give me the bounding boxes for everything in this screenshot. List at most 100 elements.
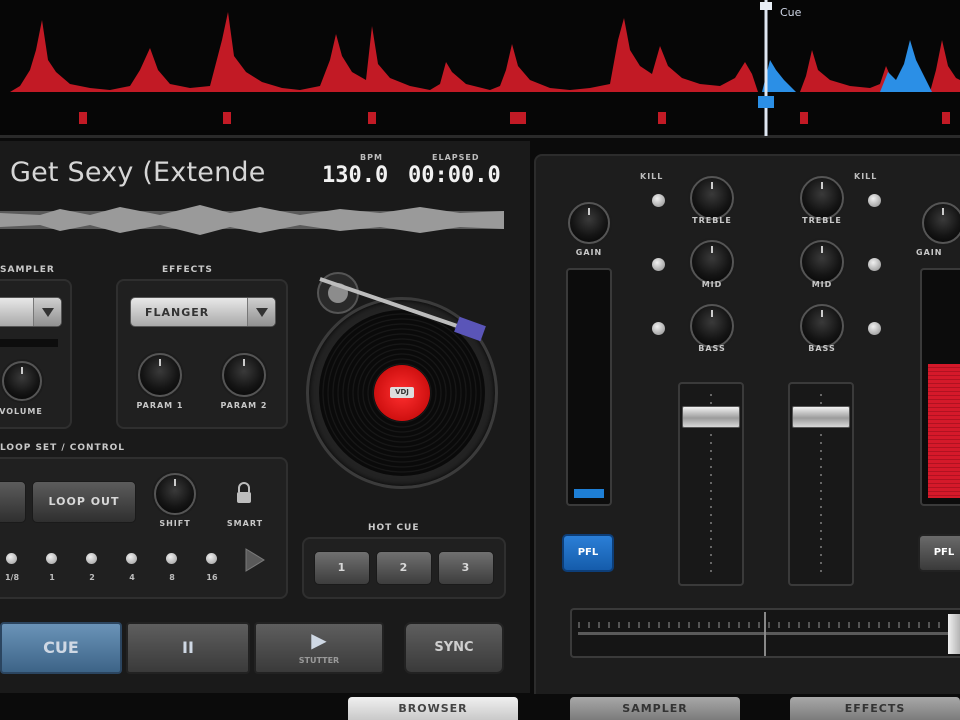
pfl-button-right[interactable]: PFL (918, 534, 960, 572)
play-arrow-shape (245, 548, 265, 572)
gain-label-left: GAIN (575, 248, 603, 257)
treble-knob-right[interactable] (800, 176, 844, 220)
chevron-down-icon (247, 298, 275, 326)
kill-led-bass-right[interactable] (868, 322, 881, 335)
kill-led-treble-left[interactable] (652, 194, 665, 207)
loop-panel: LOOP OUT SHIFT SMART 1/8 1 2 4 8 16 (0, 457, 288, 599)
beat-marker (79, 112, 87, 124)
sampler-section-label: SAMPLER (0, 265, 55, 275)
mid-knob-left[interactable] (690, 240, 734, 284)
fader-cap-left[interactable] (682, 406, 740, 428)
beat-marker (800, 112, 808, 124)
kill-led-mid-left[interactable] (652, 258, 665, 271)
cue-button-label: CUE (43, 638, 79, 657)
loop-length-label: 1/8 (4, 573, 20, 582)
vu-meter-left (566, 268, 612, 506)
effect-param2-label: PARAM 2 (220, 401, 268, 410)
tonearm (317, 272, 486, 342)
kill-led-mid-right[interactable] (868, 258, 881, 271)
beat-marker (942, 112, 950, 124)
beat-marker (658, 112, 666, 124)
effect-param1-label: PARAM 1 (136, 401, 184, 410)
hot-cue-2-button[interactable]: 2 (376, 551, 432, 585)
track-mini-waveform[interactable] (0, 203, 504, 237)
loop-length-dot[interactable] (126, 553, 137, 564)
crossfader[interactable] (570, 608, 960, 658)
channel-fader-right[interactable] (788, 382, 854, 586)
pause-button[interactable]: II (126, 622, 250, 674)
mid-knob-right[interactable] (800, 240, 844, 284)
crossfader-center-mark (764, 612, 766, 656)
waveform-blue-peaks (762, 40, 932, 92)
beat-marker (368, 112, 376, 124)
bpm-label: BPM (360, 153, 383, 162)
tab-sampler[interactable]: SAMPLER (570, 697, 740, 720)
loop-length-dot[interactable] (206, 553, 217, 564)
sampler-volume-knob[interactable] (2, 361, 42, 401)
waveform-graph[interactable] (0, 0, 960, 136)
kill-led-treble-right[interactable] (868, 194, 881, 207)
effect-select-dropdown[interactable]: FLANGER (130, 297, 276, 327)
loop-length-dot[interactable] (46, 553, 57, 564)
loop-shift-label: SHIFT (159, 519, 191, 528)
effect-param1-knob[interactable] (138, 353, 182, 397)
loop-length-dot[interactable] (86, 553, 97, 564)
lock-shackle (238, 482, 250, 492)
bass-label-left: BASS (698, 344, 726, 353)
loop-smart-label: SMART (226, 519, 264, 528)
beat-marker (510, 112, 526, 124)
loop-length-dot[interactable] (166, 553, 177, 564)
loop-length-label: 8 (169, 573, 175, 582)
loop-length-label: 4 (129, 573, 135, 582)
sampler-progress-bar (0, 339, 58, 347)
vu-meter-left-fill (574, 489, 604, 498)
fader-cap-right[interactable] (792, 406, 850, 428)
treble-knob-left[interactable] (690, 176, 734, 220)
sampler-volume-label: VOLUME (0, 407, 43, 416)
cue-button[interactable]: CUE (0, 622, 122, 674)
sync-button[interactable]: SYNC (404, 622, 504, 674)
treble-label-right: TREBLE (802, 216, 842, 225)
loop-length-dot[interactable] (6, 553, 17, 564)
bass-knob-left[interactable] (690, 304, 734, 348)
loop-length-label: 16 (206, 573, 218, 582)
hot-cue-1-button[interactable]: 1 (314, 551, 370, 585)
effect-param2-knob[interactable] (222, 353, 266, 397)
loop-out-button[interactable]: LOOP OUT (32, 481, 136, 523)
gain-knob-right[interactable] (922, 202, 960, 244)
tab-browser[interactable]: BROWSER (348, 697, 518, 720)
loop-in-button[interactable] (0, 481, 26, 523)
waveform-overview[interactable]: Cue (0, 0, 960, 138)
loop-shift-knob[interactable] (154, 473, 196, 515)
lock-icon[interactable] (234, 481, 254, 505)
elapsed-label: ELAPSED (432, 153, 480, 162)
effects-section-label: EFFECTS (162, 265, 213, 275)
play-arrow-icon[interactable] (242, 547, 266, 573)
crossfader-track (578, 632, 958, 635)
gain-knob-left[interactable] (568, 202, 610, 244)
mixer-panel: KILL KILL GAIN PFL GAIN PFL TREBLE MID B… (534, 154, 960, 694)
lock-body (237, 492, 251, 503)
loop-length-label: 1 (49, 573, 55, 582)
sampler-dropdown[interactable] (0, 297, 62, 327)
channel-fader-left[interactable] (678, 382, 744, 586)
playhead-marker-bottom (758, 96, 774, 108)
record-label: VDJ (374, 365, 430, 421)
crossfader-ticks (578, 622, 958, 628)
hot-cue-panel: 1 2 3 (302, 537, 506, 599)
play-button[interactable]: ▶ STUTTER (254, 622, 384, 674)
mini-wave-shape (0, 205, 504, 235)
record-label-logo: VDJ (390, 387, 414, 398)
tonearm-headshell (454, 316, 486, 342)
bass-label-right: BASS (808, 344, 836, 353)
kill-led-bass-left[interactable] (652, 322, 665, 335)
beat-markers (79, 112, 950, 124)
pfl-button-left[interactable]: PFL (562, 534, 614, 572)
gain-label-right: GAIN (916, 248, 943, 257)
mid-label-left: MID (701, 280, 723, 289)
vu-meter-right-fill (928, 364, 960, 498)
hot-cue-3-button[interactable]: 3 (438, 551, 494, 585)
tab-effects[interactable]: EFFECTS (790, 697, 960, 720)
bass-knob-right[interactable] (800, 304, 844, 348)
crossfader-cap[interactable] (948, 614, 960, 654)
